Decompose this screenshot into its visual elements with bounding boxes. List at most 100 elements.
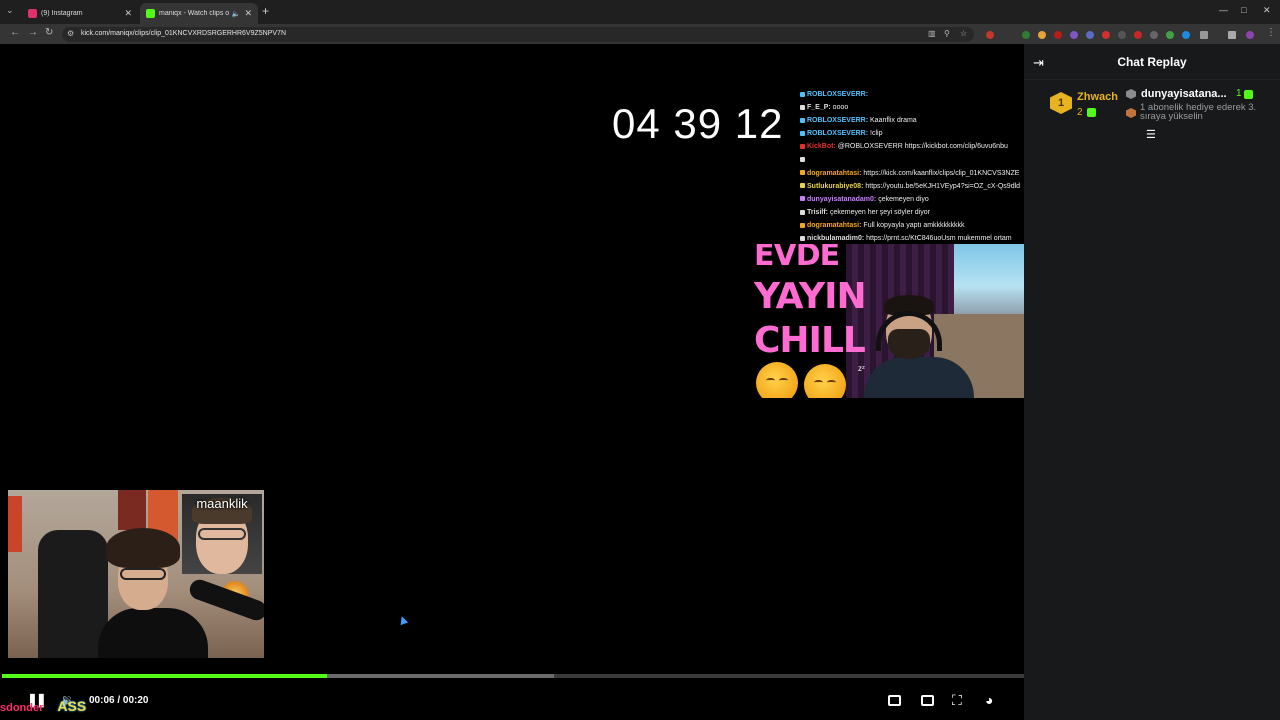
extension-icon[interactable] [1134, 31, 1142, 39]
new-tab-button[interactable]: + [262, 4, 269, 18]
overlay-chat-line: dunyayisatanadam0: çekemeyen diyo [800, 193, 1024, 206]
translate-icon[interactable]: ▥ [928, 29, 936, 38]
banner-word: CHILL [754, 320, 866, 361]
chat-badge-icon [800, 222, 805, 228]
leaderboard-promo: 1 abonelik hediye ederek 3. sıraya yükse… [1140, 102, 1257, 122]
browser-menu-icon[interactable]: ⋮ [1266, 27, 1276, 38]
playback-speed-icon[interactable]: ◕ [985, 692, 993, 708]
leader-name[interactable]: Zhwach [1077, 91, 1118, 103]
chat-badge-icon [800, 91, 805, 97]
relieved-emoji-icon [756, 362, 798, 398]
chat-username: Trisilf: [807, 208, 829, 216]
overlay-chat-line: F_E_P: oooo [800, 101, 1024, 114]
speaker-icon[interactable]: 🔈 [232, 10, 241, 18]
extension-icon[interactable] [986, 31, 994, 39]
extension-icon[interactable] [1038, 31, 1046, 39]
chat-message: https://youtu.be/5eKJH1VEyp4?si=OZ_cX-Qs… [863, 182, 1021, 190]
extension-icon[interactable] [1150, 31, 1158, 39]
reaction-webcam: maanklik [8, 490, 264, 658]
close-window-button[interactable]: ✕ [1263, 5, 1271, 16]
site-info-icon[interactable]: ⚙ [67, 29, 74, 38]
chat-badge-icon [800, 157, 805, 163]
fullscreen-icon[interactable]: ⛶ [952, 692, 962, 709]
overlay-chat-line: ROBLOXSEVERR: !clip [800, 127, 1024, 140]
address-bar[interactable]: ⚙ kick.com/maniqx/clips/clip_01KNCVXRDSR… [62, 27, 974, 42]
extension-icon[interactable] [1070, 31, 1078, 39]
rank-badge: 1 [1050, 92, 1072, 114]
second-leader-name[interactable]: dunyayisatana... [1141, 88, 1227, 100]
wall-poster [118, 490, 146, 530]
instagram-favicon-icon [28, 9, 37, 18]
overlay-chat-line: Sutlukurabiye08: https://youtu.be/5eKJH1… [800, 180, 1024, 193]
reload-button[interactable]: ↻ [45, 27, 53, 38]
chat-message: https://prnt.sc/KtC846uoUsm mukemmel ort… [864, 235, 1012, 243]
extensions-puzzle-icon[interactable] [1200, 31, 1208, 39]
back-button[interactable]: ← [10, 27, 20, 38]
streamer [864, 295, 974, 398]
overlay-chat-line: Trisilf: çekemeyen her şeyi söyler diyor [800, 206, 1024, 219]
overlay-chat-line: dogramatahtasi: https://kick.com/kaanfli… [800, 167, 1024, 180]
video-player[interactable]: 04 39 12 ROBLOXSEVERR: F_E_P: oooo ROBLOXS… [0, 44, 1024, 720]
inset-webcam: maanklik [182, 494, 262, 574]
tab-search-icon[interactable]: ⌄ [6, 5, 14, 16]
sleeping-emoji-icon [804, 364, 846, 398]
extension-icon[interactable] [1166, 31, 1174, 39]
tab-title: maniqx - Watch clips on Ki [159, 10, 229, 17]
url-text: kick.com/maniqx/clips/clip_01KNCVXRDSRGE… [81, 30, 287, 37]
chat-username: KickBot: [807, 143, 836, 151]
tab-title: (9) Instagram [41, 10, 83, 17]
banner-word: YAYIN [754, 276, 867, 317]
extension-icon[interactable] [1054, 31, 1062, 39]
extension-icon[interactable] [1118, 31, 1126, 39]
mouse-cursor-icon [397, 614, 409, 626]
gift-icon [1244, 90, 1253, 99]
chat-message: oooo [830, 104, 849, 112]
zoom-icon[interactable]: ⚲ [944, 29, 950, 38]
forward-button[interactable]: → [28, 27, 38, 38]
time-separator: / [117, 695, 121, 706]
minimize-button[interactable]: — [1219, 5, 1228, 15]
chat-header: ⇥ Chat Replay [1024, 44, 1280, 80]
streamer-webcam: EVDE YAYIN CHILL zᶻ [754, 244, 1024, 398]
duration: 00:20 [122, 695, 149, 706]
chat-username: dunyayisatanadam0: [807, 195, 877, 203]
stream-clock: 04 39 12 [612, 100, 784, 147]
player-controls: ❚❚ 🔉 00:06 / 00:20 ⛶ ◕ [0, 688, 1024, 714]
rank-three-icon [1126, 108, 1136, 118]
window [954, 244, 1024, 314]
chat-title: Chat Replay [1117, 55, 1187, 69]
overlay-chat-line: ROBLOXSEVERR: Kaanflix drama [800, 114, 1024, 127]
stream-overlay-logo: sdonder ASS [0, 698, 86, 714]
banner-word: EVDE [754, 244, 840, 273]
tab-kick-clip[interactable]: maniqx - Watch clips on Ki 🔈 ✕ [140, 3, 258, 24]
reading-list-icon[interactable] [1228, 31, 1236, 39]
chat-badge-icon [800, 170, 805, 176]
expand-leaderboard-icon[interactable]: ☰ [1146, 128, 1156, 141]
tab-instagram[interactable]: (9) Instagram ✕ [22, 3, 138, 24]
extension-icon[interactable] [1086, 31, 1094, 39]
chat-username: Sutlukurabiye08: [807, 182, 864, 190]
chat-message: @ROBLOXSEVERR https://kickbot.com/clip/6… [835, 143, 1008, 151]
overlay-chat-line: nickbulamadim0: https://prnt.sc/KtC846uo… [800, 232, 1024, 244]
chat-badge-icon [800, 196, 805, 202]
bookmark-star-icon[interactable]: ☆ [960, 29, 967, 38]
played-bar [2, 674, 327, 678]
extension-icon[interactable] [1102, 31, 1110, 39]
chat-message: Full kopyayla yaptı amkkkkkkkkk [861, 221, 965, 229]
extension-icon[interactable] [1022, 31, 1030, 39]
chat-username: ROBLOXSEVERR: [807, 130, 869, 138]
user-badge-icon [1126, 89, 1136, 99]
seek-bar[interactable] [2, 674, 1024, 678]
logo-suffix: ASS [57, 698, 87, 714]
close-tab-icon[interactable]: ✕ [124, 8, 132, 19]
inset-name-label: maanklik [196, 496, 248, 511]
picture-in-picture-icon[interactable] [888, 695, 901, 706]
chat-username: ROBLOXSEVERR: [807, 117, 869, 125]
overlay-chat-line: KickBot: @ROBLOXSEVERR https://kickbot.c… [800, 140, 1024, 153]
maximize-button[interactable]: □ [1241, 5, 1246, 15]
extension-icon[interactable] [1182, 31, 1190, 39]
theater-mode-icon[interactable] [921, 695, 934, 706]
chat-badge-icon [800, 235, 805, 241]
close-tab-icon[interactable]: ✕ [244, 8, 252, 19]
profile-avatar-icon[interactable] [1246, 31, 1254, 39]
